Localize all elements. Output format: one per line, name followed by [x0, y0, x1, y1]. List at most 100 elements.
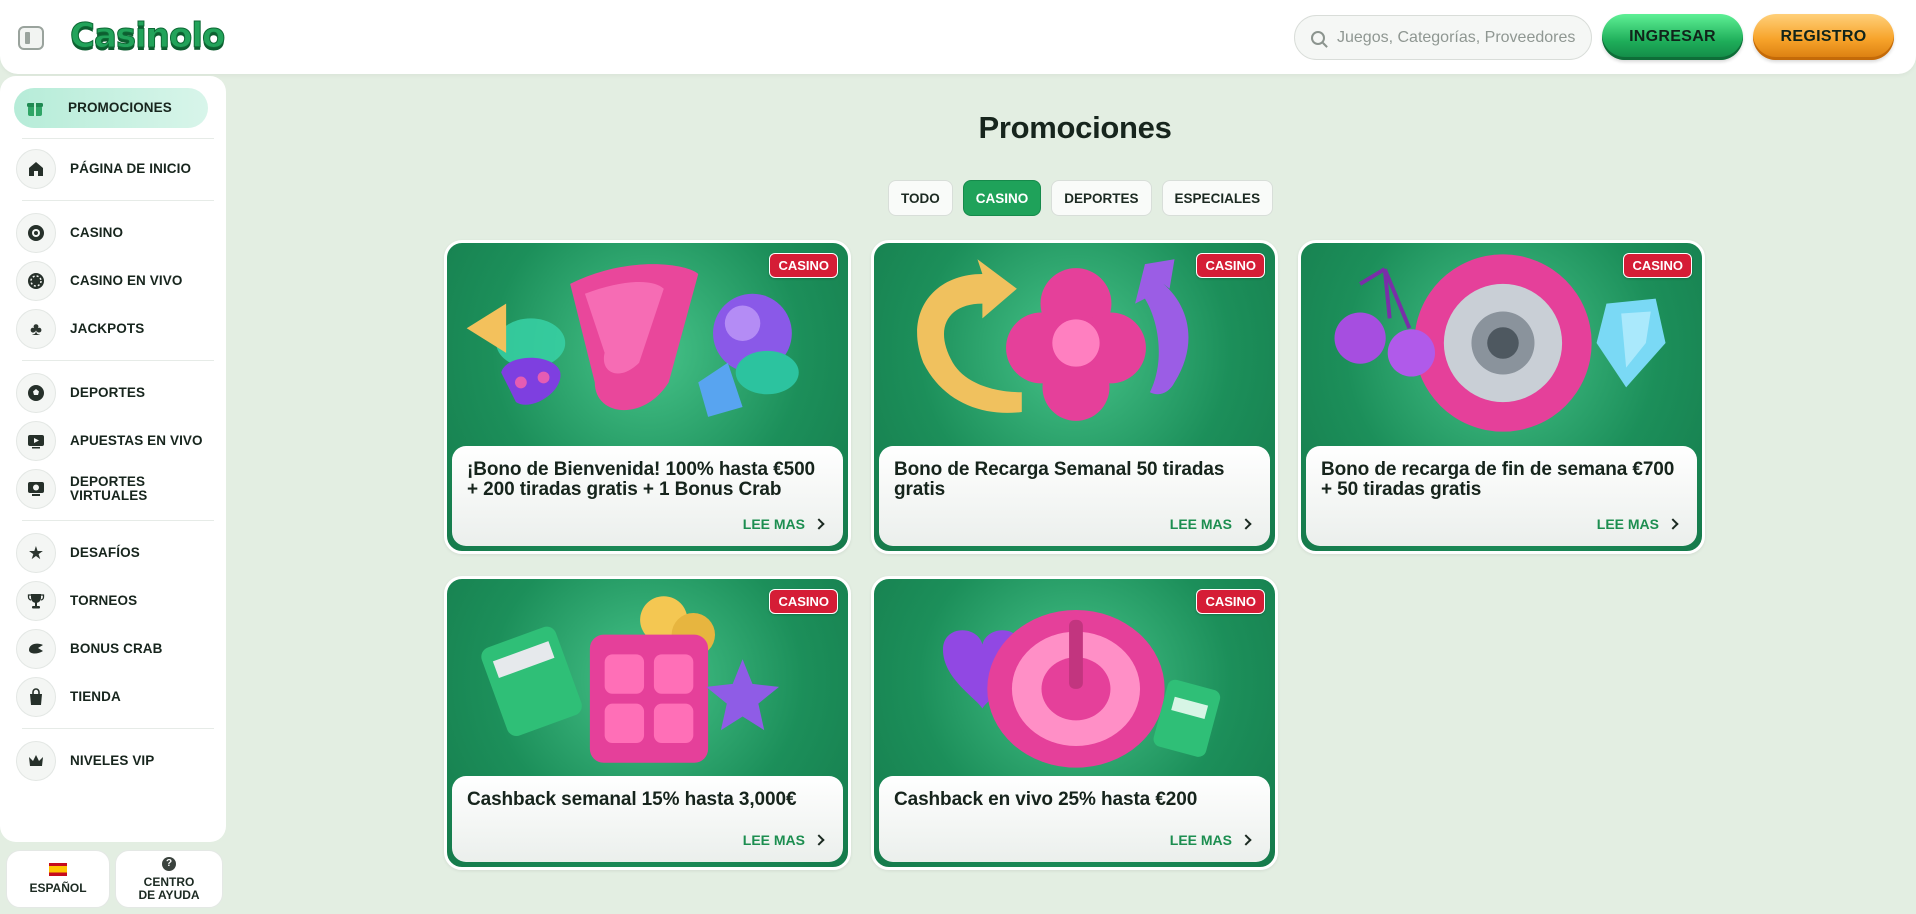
sidebar-item-label: CASINO [70, 225, 124, 240]
sidebar-divider [22, 200, 214, 201]
gift-icon [14, 88, 56, 128]
search-icon [1311, 30, 1325, 45]
sidebar-item-jackpots[interactable]: ♣ JACKPOTS [16, 307, 212, 351]
category-badge: CASINO [769, 253, 838, 278]
read-more-label: LEE MAS [1596, 516, 1659, 532]
sidebar-divider [22, 728, 214, 729]
sidebar-item-apuestas-en-vivo[interactable]: APUESTAS EN VIVO [16, 419, 212, 463]
card-info-panel: Cashback semanal 15% hasta 3,000€ LEE MA… [452, 776, 843, 862]
sidebar-toggle-icon[interactable] [18, 26, 44, 50]
chip-icon [16, 213, 56, 253]
sidebar-item-label: PROMOCIONES [68, 100, 172, 115]
chevron-right-icon [1240, 518, 1252, 530]
sidebar-item-torneos[interactable]: TORNEOS [16, 579, 212, 623]
bag-icon [16, 677, 56, 717]
read-more-label: LEE MAS [1169, 832, 1232, 848]
sidebar-item-casino-en-vivo[interactable]: CASINO EN VIVO [16, 259, 212, 303]
promo-title: ¡Bono de Bienvenida! 100% hasta €500 + 2… [467, 459, 816, 500]
sidebar-divider [22, 360, 214, 361]
category-filters: TODO CASINO DEPORTES ESPECIALES [888, 180, 1274, 216]
card-info-panel: Bono de recarga de fin de semana €700 + … [1306, 446, 1697, 546]
read-more-link[interactable]: LEE MAS [742, 832, 825, 848]
chevron-right-icon [813, 518, 825, 530]
language-selector[interactable]: ESPAÑOL [6, 850, 110, 908]
help-label: CENTRO DE AYUDA [138, 874, 200, 902]
card-info-panel: ¡Bono de Bienvenida! 100% hasta €500 + 2… [452, 446, 843, 546]
soccer-ball-icon [16, 373, 56, 413]
live-bet-icon [16, 421, 56, 461]
sidebar-item-label: DESAFÍOS [70, 545, 140, 560]
star-icon: ★ [16, 533, 56, 573]
category-badge: CASINO [769, 589, 838, 614]
promo-card[interactable]: CASINO Cashback en vivo 25% hasta €200 L… [871, 576, 1278, 870]
live-casino-icon [16, 261, 56, 301]
sidebar-item-tienda[interactable]: TIENDA [16, 675, 212, 719]
page-title: Promociones [978, 110, 1172, 145]
filter-deportes[interactable]: DEPORTES [1051, 180, 1152, 216]
register-button[interactable]: REGISTRO [1753, 14, 1894, 60]
sidebar-item-label: CASINO EN VIVO [70, 273, 183, 288]
promo-title: Cashback en vivo 25% hasta €200 [894, 789, 1198, 810]
help-center-button[interactable]: ? CENTRO DE AYUDA [115, 850, 223, 908]
sidebar-item-label: JACKPOTS [70, 321, 145, 336]
sidebar-item-label: PÁGINA DE INICIO [70, 161, 192, 176]
search-box[interactable] [1294, 15, 1592, 60]
category-badge: CASINO [1196, 253, 1265, 278]
virtual-sports-icon [16, 469, 56, 509]
sidebar-item-desafios[interactable]: ★ DESAFÍOS [16, 531, 212, 575]
sidebar-item-label: DEPORTES [70, 385, 146, 400]
sidebar-item-label: TIENDA [70, 689, 121, 704]
login-button[interactable]: INGRESAR [1602, 14, 1743, 60]
sidebar-item-niveles-vip[interactable]: NIVELES VIP [16, 739, 212, 783]
crown-icon [16, 741, 56, 781]
chevron-right-icon [1240, 834, 1252, 846]
read-more-label: LEE MAS [1169, 516, 1232, 532]
sidebar-item-label: BONUS CRAB [70, 641, 163, 656]
sidebar-item-label: APUESTAS EN VIVO [70, 433, 203, 448]
sidebar-item-inicio[interactable]: PÁGINA DE INICIO [16, 147, 212, 191]
category-badge: CASINO [1196, 589, 1265, 614]
read-more-link[interactable]: LEE MAS [1169, 832, 1252, 848]
spain-flag-icon [49, 863, 67, 876]
promo-card[interactable]: CASINO Cashback semanal 15% hasta 3,000€… [444, 576, 851, 870]
card-info-panel: Cashback en vivo 25% hasta €200 LEE MAS [879, 776, 1270, 862]
promo-card[interactable]: CASINO ¡Bono de Bienvenida! 100% hasta €… [444, 240, 851, 554]
language-label: ESPAÑOL [29, 881, 87, 895]
sidebar-item-bonus-crab[interactable]: BONUS CRAB [16, 627, 212, 671]
read-more-link[interactable]: LEE MAS [1596, 516, 1679, 532]
casinolo-logo[interactable]: Casinolo [69, 14, 225, 58]
read-more-label: LEE MAS [742, 832, 805, 848]
chevron-right-icon [1667, 518, 1679, 530]
filter-casino[interactable]: CASINO [962, 180, 1042, 216]
sidebar-item-label: DEPORTES VIRTUALES [70, 474, 148, 503]
promo-title: Cashback semanal 15% hasta 3,000€ [467, 789, 797, 810]
sidebar-item-casino[interactable]: CASINO [16, 211, 212, 255]
question-icon: ? [162, 856, 176, 871]
read-more-link[interactable]: LEE MAS [742, 516, 825, 532]
club-icon: ♣ [16, 309, 56, 349]
promo-card[interactable]: CASINO Bono de Recarga Semanal 50 tirada… [871, 240, 1278, 554]
sidebar-item-label: NIVELES VIP [70, 753, 155, 768]
read-more-link[interactable]: LEE MAS [1169, 516, 1252, 532]
sidebar-item-label: TORNEOS [70, 593, 138, 608]
sidebar: PROMOCIONES PÁGINA DE INICIO CASINO CASI… [0, 76, 226, 842]
sidebar-item-deportes[interactable]: DEPORTES [16, 371, 212, 415]
promo-title: Bono de recarga de fin de semana €700 + … [1321, 459, 1675, 500]
claw-icon [16, 629, 56, 669]
sidebar-item-promociones[interactable]: PROMOCIONES [14, 88, 208, 128]
promo-card[interactable]: CASINO Bono de recarga de fin de semana … [1298, 240, 1705, 554]
sidebar-divider [22, 138, 214, 139]
search-input[interactable] [1337, 28, 1577, 47]
promo-title: Bono de Recarga Semanal 50 tiradas grati… [894, 459, 1225, 500]
chevron-right-icon [813, 834, 825, 846]
card-info-panel: Bono de Recarga Semanal 50 tiradas grati… [879, 446, 1270, 546]
filter-todo[interactable]: TODO [888, 180, 953, 216]
read-more-label: LEE MAS [742, 516, 805, 532]
home-icon [16, 149, 56, 189]
top-header: Casinolo INGRESAR REGISTRO [0, 0, 1916, 74]
sidebar-item-deportes-virtuales[interactable]: DEPORTES VIRTUALES [16, 467, 212, 511]
sidebar-divider [22, 520, 214, 521]
category-badge: CASINO [1623, 253, 1692, 278]
trophy-icon [16, 581, 56, 621]
filter-especiales[interactable]: ESPECIALES [1161, 180, 1274, 216]
